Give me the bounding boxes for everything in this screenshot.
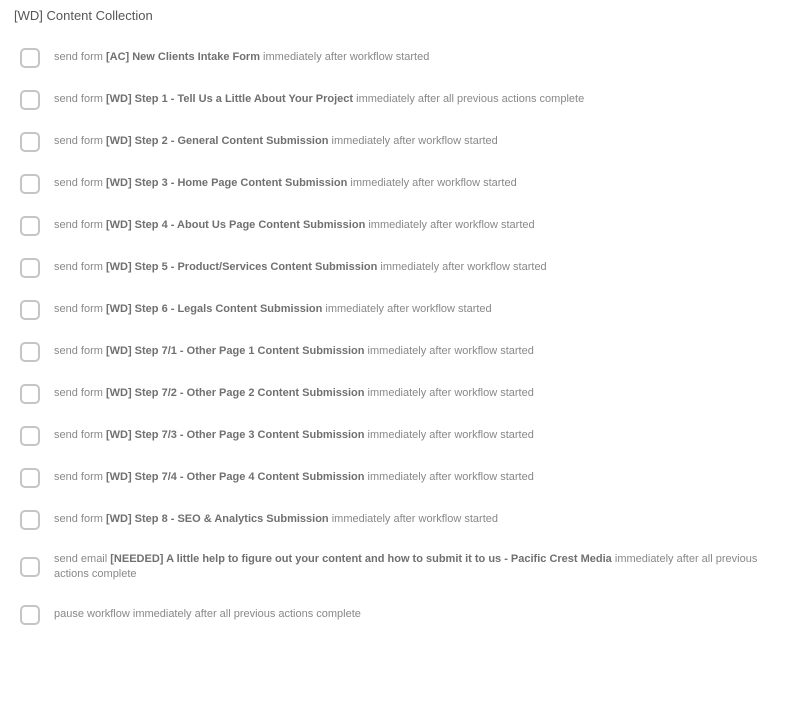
- workflow-step: send form [WD] Step 4 - About Us Page Co…: [12, 205, 788, 247]
- step-prefix: pause workflow immediately after all pre…: [54, 608, 361, 620]
- step-checkbox[interactable]: [20, 605, 40, 625]
- page-title: [WD] Content Collection: [12, 8, 788, 23]
- step-prefix: send form: [54, 471, 106, 483]
- workflow-steps-list: send form [AC] New Clients Intake Form i…: [12, 37, 788, 636]
- step-suffix: immediately after workflow started: [365, 219, 534, 231]
- step-checkbox[interactable]: [20, 174, 40, 194]
- step-checkbox[interactable]: [20, 300, 40, 320]
- step-description: send form [WD] Step 1 - Tell Us a Little…: [54, 92, 584, 107]
- step-checkbox[interactable]: [20, 468, 40, 488]
- step-description: send form [WD] Step 7/3 - Other Page 3 C…: [54, 428, 534, 443]
- step-checkbox[interactable]: [20, 557, 40, 577]
- step-description: send form [WD] Step 8 - SEO & Analytics …: [54, 512, 498, 527]
- step-suffix: immediately after workflow started: [365, 471, 534, 483]
- step-prefix: send form: [54, 219, 106, 231]
- step-prefix: send form: [54, 513, 106, 525]
- step-checkbox[interactable]: [20, 48, 40, 68]
- step-form-name: [NEEDED] A little help to figure out you…: [110, 553, 612, 565]
- step-form-name: [WD] Step 7/1 - Other Page 1 Content Sub…: [106, 345, 365, 357]
- step-description: send form [AC] New Clients Intake Form i…: [54, 50, 429, 65]
- step-description: send form [WD] Step 7/2 - Other Page 2 C…: [54, 386, 534, 401]
- step-prefix: send form: [54, 135, 106, 147]
- workflow-step: pause workflow immediately after all pre…: [12, 594, 788, 636]
- step-form-name: [WD] Step 7/2 - Other Page 2 Content Sub…: [106, 387, 365, 399]
- step-description: send form [WD] Step 7/1 - Other Page 1 C…: [54, 344, 534, 359]
- step-checkbox[interactable]: [20, 216, 40, 236]
- step-prefix: send form: [54, 261, 106, 273]
- step-suffix: immediately after workflow started: [377, 261, 546, 273]
- workflow-step: send form [WD] Step 7/4 - Other Page 4 C…: [12, 457, 788, 499]
- step-description: pause workflow immediately after all pre…: [54, 607, 361, 622]
- step-form-name: [WD] Step 5 - Product/Services Content S…: [106, 261, 377, 273]
- step-checkbox[interactable]: [20, 258, 40, 278]
- step-checkbox[interactable]: [20, 510, 40, 530]
- step-description: send form [WD] Step 4 - About Us Page Co…: [54, 218, 535, 233]
- workflow-step: send form [WD] Step 5 - Product/Services…: [12, 247, 788, 289]
- workflow-step: send form [WD] Step 7/3 - Other Page 3 C…: [12, 415, 788, 457]
- workflow-step: send form [AC] New Clients Intake Form i…: [12, 37, 788, 79]
- step-form-name: [WD] Step 4 - About Us Page Content Subm…: [106, 219, 365, 231]
- step-checkbox[interactable]: [20, 342, 40, 362]
- workflow-step: send form [WD] Step 6 - Legals Content S…: [12, 289, 788, 331]
- step-checkbox[interactable]: [20, 426, 40, 446]
- step-suffix: immediately after workflow started: [329, 513, 498, 525]
- step-checkbox[interactable]: [20, 384, 40, 404]
- step-form-name: [WD] Step 7/4 - Other Page 4 Content Sub…: [106, 471, 365, 483]
- step-prefix: send form: [54, 93, 106, 105]
- step-form-name: [WD] Step 1 - Tell Us a Little About You…: [106, 93, 353, 105]
- step-description: send form [WD] Step 7/4 - Other Page 4 C…: [54, 470, 534, 485]
- step-prefix: send form: [54, 429, 106, 441]
- step-description: send form [WD] Step 2 - General Content …: [54, 134, 498, 149]
- step-prefix: send form: [54, 345, 106, 357]
- step-description: send email [NEEDED] A little help to fig…: [54, 552, 788, 583]
- step-description: send form [WD] Step 6 - Legals Content S…: [54, 302, 492, 317]
- step-suffix: immediately after workflow started: [365, 429, 534, 441]
- step-prefix: send form: [54, 51, 106, 63]
- step-form-name: [WD] Step 8 - SEO & Analytics Submission: [106, 513, 329, 525]
- step-suffix: immediately after workflow started: [365, 345, 534, 357]
- step-prefix: send form: [54, 177, 106, 189]
- step-suffix: immediately after workflow started: [328, 135, 497, 147]
- step-form-name: [WD] Step 6 - Legals Content Submission: [106, 303, 322, 315]
- workflow-step: send form [WD] Step 1 - Tell Us a Little…: [12, 79, 788, 121]
- step-checkbox[interactable]: [20, 90, 40, 110]
- step-suffix: immediately after workflow started: [322, 303, 491, 315]
- step-suffix: immediately after all previous actions c…: [353, 93, 584, 105]
- workflow-step: send form [WD] Step 7/2 - Other Page 2 C…: [12, 373, 788, 415]
- workflow-step: send email [NEEDED] A little help to fig…: [12, 541, 788, 594]
- step-suffix: immediately after workflow started: [260, 51, 429, 63]
- step-prefix: send form: [54, 387, 106, 399]
- step-prefix: send email: [54, 553, 110, 565]
- workflow-step: send form [WD] Step 3 - Home Page Conten…: [12, 163, 788, 205]
- workflow-step: send form [WD] Step 8 - SEO & Analytics …: [12, 499, 788, 541]
- step-prefix: send form: [54, 303, 106, 315]
- step-form-name: [WD] Step 2 - General Content Submission: [106, 135, 328, 147]
- step-description: send form [WD] Step 5 - Product/Services…: [54, 260, 547, 275]
- step-suffix: immediately after workflow started: [365, 387, 534, 399]
- workflow-step: send form [WD] Step 7/1 - Other Page 1 C…: [12, 331, 788, 373]
- step-checkbox[interactable]: [20, 132, 40, 152]
- step-form-name: [WD] Step 7/3 - Other Page 3 Content Sub…: [106, 429, 365, 441]
- step-description: send form [WD] Step 3 - Home Page Conten…: [54, 176, 517, 191]
- step-form-name: [AC] New Clients Intake Form: [106, 51, 260, 63]
- workflow-step: send form [WD] Step 2 - General Content …: [12, 121, 788, 163]
- step-form-name: [WD] Step 3 - Home Page Content Submissi…: [106, 177, 347, 189]
- step-suffix: immediately after workflow started: [347, 177, 516, 189]
